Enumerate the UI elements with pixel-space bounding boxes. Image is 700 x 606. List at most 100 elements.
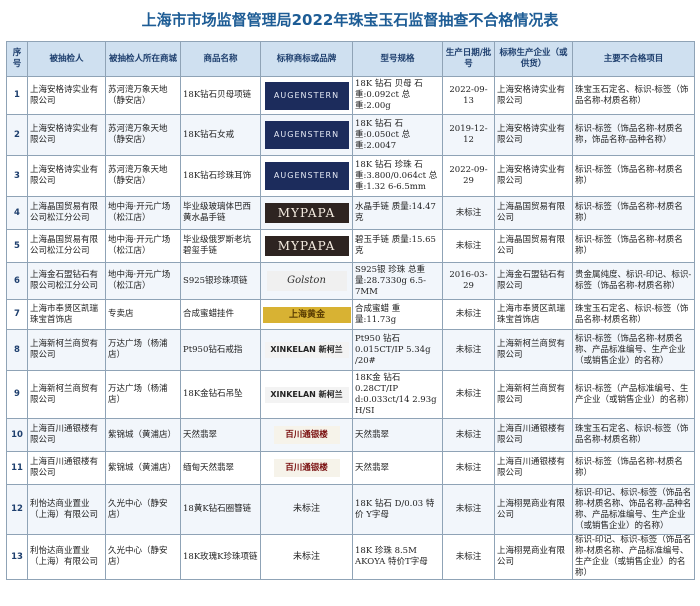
row-inspected: 上海安格诗实业有限公司 bbox=[27, 114, 106, 156]
row-date: 未标注 bbox=[442, 418, 495, 452]
row-issue: 标识-印记、标识-标签（饰品名称-材质名称、产品标准编号、生产企业（或销售企业）… bbox=[572, 534, 695, 580]
row-seq: 12 bbox=[6, 484, 28, 535]
row-product: S925银珍珠项链 bbox=[180, 262, 261, 300]
row-spec: 天然翡翠 bbox=[352, 451, 443, 485]
row-inspected: 利怡达商业置业（上海）有限公司 bbox=[27, 484, 106, 535]
row-producer: 上海新柯兰商贸有限公司 bbox=[494, 370, 573, 419]
header-date: 生产日期/批号 bbox=[442, 41, 495, 77]
row-inspected: 上海新柯兰商贸有限公司 bbox=[27, 370, 106, 419]
row-mall: 久光中心（静安店） bbox=[105, 484, 181, 535]
row-issue: 珠宝玉石定名、标识-标签（饰品名称-材质名称） bbox=[572, 418, 695, 452]
row-producer: 上海市奉贤区凯瑞珠宝首饰店 bbox=[494, 299, 573, 330]
table-row: 7 上海市奉贤区凯瑞珠宝首饰店 专卖店 合成蜜蜡挂件 上海黄金 合成蜜蜡 重量:11.73… bbox=[6, 299, 695, 330]
row-product: 18K玫瑰K珍珠项链 bbox=[180, 534, 261, 580]
row-seq: 13 bbox=[6, 534, 28, 580]
brand-logo: Golston bbox=[266, 271, 347, 291]
brand-logo: XINKELAN 新柯兰 bbox=[264, 386, 349, 403]
brand-logo: 上海黄金 bbox=[263, 306, 351, 323]
row-issue: 珠宝玉石定名、标识-标签（饰品名称-材质名称） bbox=[572, 299, 695, 330]
row-inspected: 上海晶国贸易有限公司松江分公司 bbox=[27, 229, 106, 263]
row-mall: 地中海·开元广场（松江店） bbox=[105, 262, 181, 300]
page-title: 上海市市场监督管理局2022年珠宝玉石监督抽查不合格情况表 bbox=[141, 11, 559, 29]
row-spec: 18K 钻石 D/0.03 特价 Y字母 bbox=[352, 484, 443, 535]
header-row: 序号 被抽检人 被抽检人所在商城 商品名称 标称商标或品牌 型号规格 生产日期/… bbox=[6, 41, 695, 77]
table-row: 5 上海晶国贸易有限公司松江分公司 地中海·开元广场（松江店） 毕业级俄罗斯老坑碧玺手… bbox=[6, 229, 695, 263]
header-brand: 标称商标或品牌 bbox=[260, 41, 353, 77]
row-mall: 专卖店 bbox=[105, 299, 181, 330]
row-issue: 标识-标签（饰品名称-材质名称，饰品名称-品种名称） bbox=[572, 114, 695, 156]
table-row: 10 上海百川通银楼有限公司 紫锦城（黄浦店） 天然翡翠 百川通银楼 天然翡翠 未标注 上海百… bbox=[6, 418, 695, 452]
row-brand: 百川通银楼 bbox=[260, 418, 353, 452]
brand-logo: AUGENSTERN bbox=[264, 162, 349, 190]
table-row: 6 上海金石盟钻石有限公司松江分公司 地中海·开元广场（松江店） S925银珍珠项链 G… bbox=[6, 262, 695, 300]
row-date: 未标注 bbox=[442, 299, 495, 330]
row-brand: MYPAPA bbox=[260, 229, 353, 263]
row-product: 18K钻石贝母项链 bbox=[180, 76, 261, 115]
table-row: 9 上海新柯兰商贸有限公司 万达广场（杨浦店） 18K金钻石吊坠 XINKELAN 新柯… bbox=[6, 370, 695, 419]
row-spec: 合成蜜蜡 重量:11.73g bbox=[352, 299, 443, 330]
row-product: 18K钻石女戒 bbox=[180, 114, 261, 156]
row-seq: 3 bbox=[6, 155, 28, 197]
row-issue: 标识-标签（产品标准编号、生产企业（或销售企业）的名称） bbox=[572, 370, 695, 419]
row-seq: 4 bbox=[6, 196, 28, 230]
row-producer: 上海新柯兰商贸有限公司 bbox=[494, 329, 573, 371]
row-producer: 上海金石盟钻石有限公司 bbox=[494, 262, 573, 300]
row-inspected: 上海金石盟钻石有限公司松江分公司 bbox=[27, 262, 106, 300]
row-issue: 标识-印记、标识-标签（饰品名称-材质名称、饰品名称-品种名称、产品标准编号、生… bbox=[572, 484, 695, 535]
row-brand: XINKELAN 新柯兰 bbox=[260, 329, 353, 371]
row-mall: 苏河湾万象天地（静安店） bbox=[105, 76, 181, 115]
header-spec: 型号规格 bbox=[352, 41, 443, 77]
row-spec: 18K 钻石 贝母 石重:0.092ct 总重:2.00g bbox=[352, 76, 443, 115]
row-mall: 紫锦城（黄浦店） bbox=[105, 451, 181, 485]
row-mall: 苏河湾万象天地（静安店） bbox=[105, 155, 181, 197]
row-product: 天然翡翠 bbox=[180, 418, 261, 452]
row-seq: 5 bbox=[6, 229, 28, 263]
row-spec: S925银 珍珠 总重量:28.7330g 6.5-7MM bbox=[352, 262, 443, 300]
row-mall: 紫锦城（黄浦店） bbox=[105, 418, 181, 452]
row-seq: 10 bbox=[6, 418, 28, 452]
row-inspected: 上海安格诗实业有限公司 bbox=[27, 76, 106, 115]
row-producer: 上海栩晃商业有限公司 bbox=[494, 484, 573, 535]
row-inspected: 利怡达商业置业（上海）有限公司 bbox=[27, 534, 106, 580]
row-product: 18K钻石珍珠耳饰 bbox=[180, 155, 261, 197]
header-producer: 标称生产企业（或供货） bbox=[494, 41, 573, 77]
row-spec: 天然翡翠 bbox=[352, 418, 443, 452]
row-inspected: 上海百川通银楼有限公司 bbox=[27, 418, 106, 452]
header-mall: 被抽检人所在商城 bbox=[105, 41, 181, 77]
row-product: 合成蜜蜡挂件 bbox=[180, 299, 261, 330]
row-inspected: 上海市奉贤区凯瑞珠宝首饰店 bbox=[27, 299, 106, 330]
row-inspected: 上海安格诗实业有限公司 bbox=[27, 155, 106, 197]
brand-text: 未标注 bbox=[292, 504, 320, 514]
row-producer: 上海栩晃商业有限公司 bbox=[494, 534, 573, 580]
row-date: 未标注 bbox=[442, 484, 495, 535]
row-brand: AUGENSTERN bbox=[260, 114, 353, 156]
row-spec: 碧玉手链 质量:15.65克 bbox=[352, 229, 443, 263]
row-issue: 标识-标签（饰品名称-材质名称） bbox=[572, 155, 695, 197]
row-brand: XINKELAN 新柯兰 bbox=[260, 370, 353, 419]
row-brand: AUGENSTERN bbox=[260, 155, 353, 197]
row-mall: 地中海·开元广场（松江店） bbox=[105, 196, 181, 230]
row-date: 2022-09-13 bbox=[442, 76, 495, 115]
row-brand: 未标注 bbox=[260, 484, 353, 535]
row-mall: 地中海·开元广场（松江店） bbox=[105, 229, 181, 263]
row-issue: 标识-标签（饰品名称-材质名称） bbox=[572, 451, 695, 485]
row-mall: 万达广场（杨浦店） bbox=[105, 370, 181, 419]
row-seq: 2 bbox=[6, 114, 28, 156]
row-date: 2022-09-29 bbox=[442, 155, 495, 197]
row-brand: 上海黄金 bbox=[260, 299, 353, 330]
brand-logo: XINKELAN 新柯兰 bbox=[264, 342, 349, 358]
row-date: 2019-12-12 bbox=[442, 114, 495, 156]
row-date: 未标注 bbox=[442, 196, 495, 230]
row-producer: 上海晶国贸易有限公司 bbox=[494, 229, 573, 263]
row-spec: 18K金 钻石 0.28CT/IP d:0.033ct/14 2.93g H/S… bbox=[352, 370, 443, 419]
row-brand: 百川通银楼 bbox=[260, 451, 353, 485]
row-issue: 标识-标签（饰品名称-材质名称） bbox=[572, 229, 695, 263]
row-product: 18黄K钻石圈簪链 bbox=[180, 484, 261, 535]
row-spec: 18K 钻石 石重:0.050ct 总重:2.0047 bbox=[352, 114, 443, 156]
table-row: 2 上海安格诗实业有限公司 苏河湾万象天地（静安店） 18K钻石女戒 AUGENSTER… bbox=[6, 114, 695, 156]
row-seq: 6 bbox=[6, 262, 28, 300]
row-date: 未标注 bbox=[442, 451, 495, 485]
brand-logo: 百川通银楼 bbox=[273, 459, 340, 477]
brand-logo: MYPAPA bbox=[264, 203, 349, 223]
row-inspected: 上海新柯兰商贸有限公司 bbox=[27, 329, 106, 371]
